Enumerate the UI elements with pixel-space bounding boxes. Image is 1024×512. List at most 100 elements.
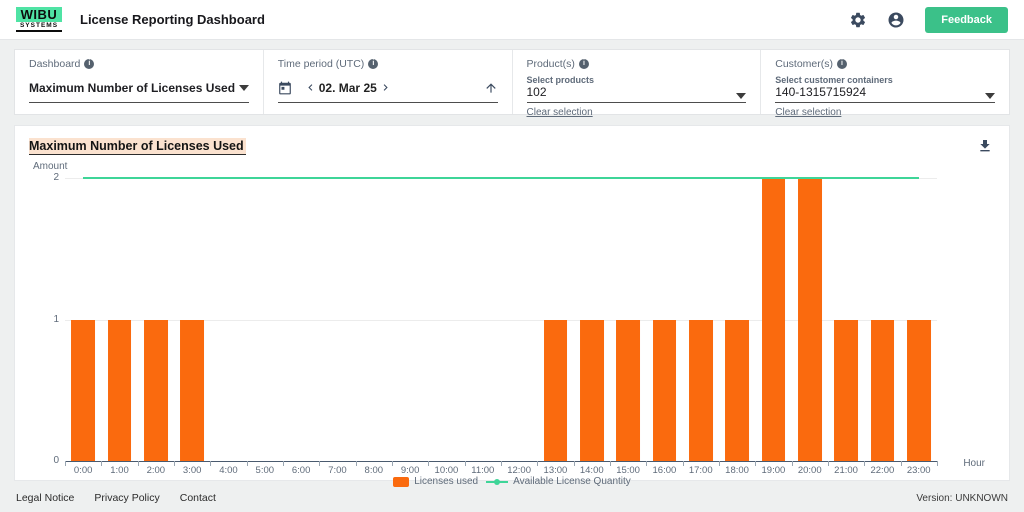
x-axis-label: 1:00 — [101, 465, 137, 476]
legal-notice-link[interactable]: Legal Notice — [16, 492, 74, 504]
info-icon[interactable]: i — [579, 59, 589, 69]
products-label-text: Product(s) — [527, 58, 575, 70]
x-axis-label: 11:00 — [465, 465, 501, 476]
x-axis-label: 8:00 — [356, 465, 392, 476]
settings-gear-icon[interactable] — [849, 11, 867, 29]
header-actions: Feedback — [849, 7, 1008, 33]
customers-clear-selection-link[interactable]: Clear selection — [775, 107, 841, 118]
time-period-value: 02. Mar 25 — [319, 81, 377, 95]
time-period-control[interactable]: 02. Mar 25 — [278, 73, 498, 103]
licenses-used-bar — [762, 178, 786, 461]
licenses-used-bar — [834, 320, 858, 462]
page-title: License Reporting Dashboard — [80, 12, 265, 27]
x-axis-label: 9:00 — [392, 465, 428, 476]
dashboard-select[interactable]: Maximum Number of Licenses Used — [29, 73, 249, 103]
legend-line-swatch — [486, 481, 508, 483]
x-axis-label: 20:00 — [792, 465, 828, 476]
chevron-left-icon[interactable] — [304, 81, 317, 94]
customers-select-value: 140-1315715924 — [775, 86, 893, 99]
logo-text-top: WIBU — [16, 7, 62, 22]
x-axis-label: 15:00 — [610, 465, 646, 476]
x-axis-label: 2:00 — [138, 465, 174, 476]
x-axis-label: 22:00 — [864, 465, 900, 476]
chart-title: Maximum Number of Licenses Used — [29, 138, 246, 155]
licenses-used-bar — [108, 320, 132, 462]
chart-legend: Licenses used Available License Quantity — [29, 476, 995, 487]
x-axis-label: 5:00 — [247, 465, 283, 476]
licenses-used-bar — [798, 178, 822, 461]
y-tick-label: 2 — [37, 173, 59, 183]
plot-area: 012 — [65, 178, 937, 462]
products-clear-selection-link[interactable]: Clear selection — [527, 107, 593, 118]
arrow-up-icon[interactable] — [484, 81, 498, 95]
privacy-policy-link[interactable]: Privacy Policy — [94, 492, 159, 504]
x-axis-label: 3:00 — [174, 465, 210, 476]
available-quantity-line — [83, 177, 919, 179]
x-axis-label: 21:00 — [828, 465, 864, 476]
x-axis-title: Hour — [963, 458, 985, 469]
licenses-used-bar — [71, 320, 95, 462]
time-period-label-text: Time period (UTC) — [278, 58, 365, 70]
version-text: Version: UNKNOWN — [916, 493, 1008, 504]
x-axis-label: 14:00 — [574, 465, 610, 476]
dashboard-select-value: Maximum Number of Licenses Used — [29, 81, 235, 95]
x-axis-label: 6:00 — [283, 465, 319, 476]
chart-card: Maximum Number of Licenses Used Amount 0… — [14, 125, 1010, 481]
app-header: WIBU SYSTEMS License Reporting Dashboard… — [0, 0, 1024, 40]
licenses-used-bar — [725, 320, 749, 462]
legend-item-available-quantity[interactable]: Available License Quantity — [486, 476, 631, 487]
legend-bar-swatch — [393, 477, 409, 487]
legend-item-licenses-used[interactable]: Licenses used — [393, 476, 478, 487]
licenses-used-bar — [544, 320, 568, 462]
user-account-icon[interactable] — [887, 11, 905, 29]
calendar-icon[interactable] — [278, 81, 292, 95]
x-axis-label: 0:00 — [65, 465, 101, 476]
products-filter: Product(s) i Select products 102 Clear s… — [512, 50, 761, 114]
x-axis-label: 10:00 — [428, 465, 464, 476]
customers-filter-label: Customer(s) i — [775, 57, 995, 70]
chevron-down-icon[interactable] — [736, 93, 746, 99]
chevron-down-icon[interactable] — [239, 85, 249, 91]
info-icon[interactable]: i — [837, 59, 847, 69]
x-axis-label: 23:00 — [901, 465, 937, 476]
licenses-used-bar — [580, 320, 604, 462]
licenses-used-bar — [653, 320, 677, 462]
y-axis-title: Amount — [33, 161, 67, 172]
legend-dot — [494, 479, 500, 485]
y-tick-label: 0 — [37, 456, 59, 466]
dashboard-label-text: Dashboard — [29, 58, 80, 70]
licenses-used-bar — [180, 320, 204, 462]
x-axis-label: 12:00 — [501, 465, 537, 476]
customers-filter: Customer(s) i Select customer containers… — [760, 50, 1009, 114]
licenses-used-bar — [689, 320, 713, 462]
products-select[interactable]: Select products 102 — [527, 73, 747, 103]
x-axis-label: 7:00 — [319, 465, 355, 476]
contact-link[interactable]: Contact — [180, 492, 216, 504]
customers-label-text: Customer(s) — [775, 58, 833, 70]
feedback-button[interactable]: Feedback — [925, 7, 1008, 33]
wibu-logo[interactable]: WIBU SYSTEMS — [16, 7, 62, 32]
x-axis-label: 19:00 — [755, 465, 791, 476]
info-icon[interactable]: i — [84, 59, 94, 69]
x-axis-label: 13:00 — [537, 465, 573, 476]
chevron-right-icon[interactable] — [379, 81, 392, 94]
dashboard-filter: Dashboard i Maximum Number of Licenses U… — [15, 50, 263, 114]
y-tick-label: 1 — [37, 315, 59, 325]
licenses-used-bar — [907, 320, 931, 462]
licenses-used-bar — [144, 320, 168, 462]
customers-select[interactable]: Select customer containers 140-131571592… — [775, 73, 995, 103]
info-icon[interactable]: i — [368, 59, 378, 69]
x-axis-label: 18:00 — [719, 465, 755, 476]
chart-area: Amount 012 0:001:002:003:004:005:006:007… — [29, 161, 995, 483]
filter-bar: Dashboard i Maximum Number of Licenses U… — [14, 49, 1010, 115]
time-period-filter-label: Time period (UTC) i — [278, 57, 498, 70]
dashboard-filter-label: Dashboard i — [29, 57, 249, 70]
time-period-filter: Time period (UTC) i 02. Mar 25 — [263, 50, 512, 114]
licenses-used-bar — [871, 320, 895, 462]
x-axis-labels: 0:001:002:003:004:005:006:007:008:009:00… — [65, 465, 937, 476]
download-icon[interactable] — [977, 138, 993, 154]
legend-label: Available License Quantity — [513, 476, 631, 487]
logo-text-bottom: SYSTEMS — [16, 22, 62, 32]
x-axis-label: 17:00 — [683, 465, 719, 476]
chevron-down-icon[interactable] — [985, 93, 995, 99]
